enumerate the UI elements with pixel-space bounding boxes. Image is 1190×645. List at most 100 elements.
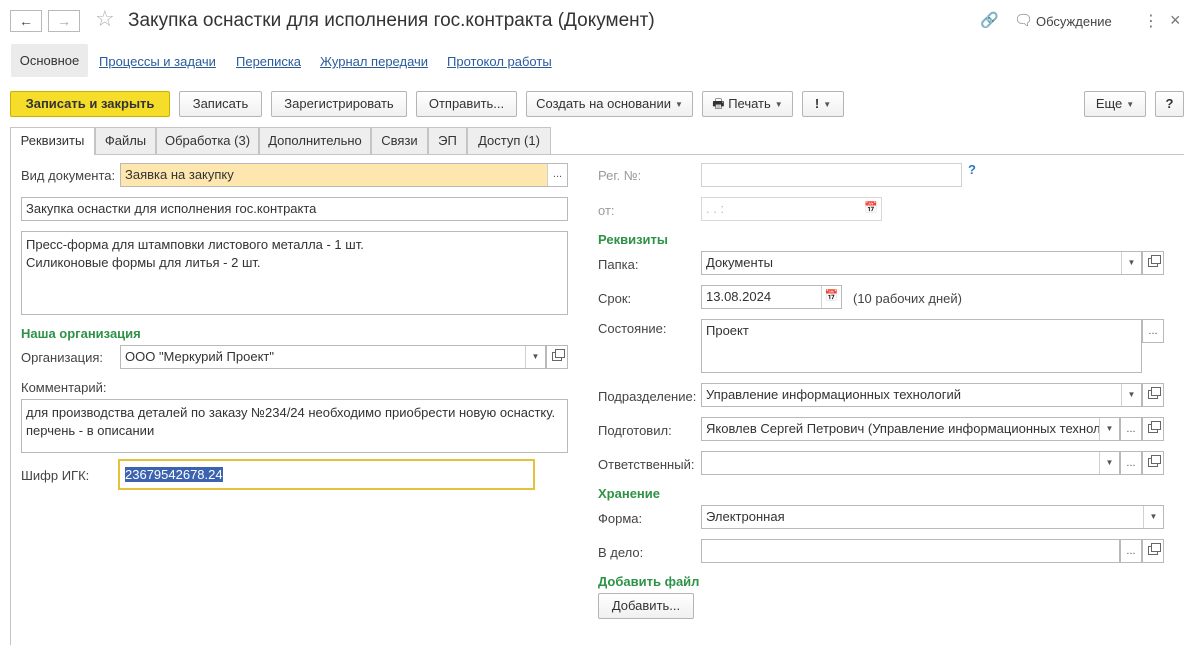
- chevron-down-icon: ▼: [1149, 512, 1158, 521]
- state-label: Состояние:: [598, 321, 667, 336]
- discussion-link[interactable]: Обсуждение: [1036, 14, 1112, 29]
- tab-divider: [10, 154, 1184, 155]
- save-button[interactable]: Записать: [179, 91, 262, 117]
- organization-label: Организация:: [21, 350, 104, 365]
- case-select-button[interactable]: ...: [1120, 539, 1142, 563]
- open-icon: [1148, 255, 1161, 267]
- nav-main[interactable]: Основное: [11, 44, 88, 77]
- importance-button[interactable]: ! ▼: [802, 91, 844, 117]
- printer-icon: 🖶: [712, 96, 725, 111]
- subject-value: Закупка оснастки для исполнения гос.конт…: [26, 201, 317, 216]
- reg-help-icon[interactable]: ?: [968, 162, 976, 177]
- open-icon: [552, 349, 565, 361]
- organization-open-button[interactable]: [546, 345, 568, 369]
- calendar-icon[interactable]: 📅: [821, 286, 841, 308]
- reg-number-field[interactable]: [701, 163, 962, 187]
- tab-access[interactable]: Доступ (1): [467, 127, 551, 154]
- prepared-by-field[interactable]: Яковлев Сергей Петрович (Управление инфо…: [701, 417, 1120, 441]
- nav-correspondence-link[interactable]: Переписка: [236, 54, 301, 69]
- create-based-on-button[interactable]: Создать на основании ▼: [526, 91, 693, 117]
- prepared-by-value: Яковлев Сергей Петрович (Управление инфо…: [706, 421, 1108, 436]
- open-icon: [1148, 543, 1161, 555]
- nav-transfer-log-link[interactable]: Журнал передачи: [320, 54, 428, 69]
- storage-section: Хранение: [598, 486, 660, 501]
- folder-open-button[interactable]: [1142, 251, 1164, 275]
- send-button[interactable]: Отправить...: [416, 91, 517, 117]
- tab-files[interactable]: Файлы: [95, 127, 156, 154]
- page-title: Закупка оснастки для исполнения гос.конт…: [128, 10, 655, 31]
- tab-processing[interactable]: Обработка (3): [156, 127, 259, 154]
- storage-form-field[interactable]: Электронная ▼: [701, 505, 1164, 529]
- prepared-by-label: Подготовил:: [598, 423, 672, 438]
- comment-textarea[interactable]: для производства деталей по заказу №234/…: [21, 399, 568, 453]
- chevron-down-icon: ▼: [674, 100, 683, 109]
- responsible-field[interactable]: ▼: [701, 451, 1120, 475]
- chevron-down-icon: ▼: [774, 100, 783, 109]
- star-icon[interactable]: ☆: [95, 7, 115, 31]
- folder-label: Папка:: [598, 257, 639, 272]
- prepared-by-open-button[interactable]: [1142, 417, 1164, 441]
- prepared-by-select-button[interactable]: ...: [1120, 417, 1142, 441]
- our-organization-section: Наша организация: [21, 326, 141, 341]
- back-button[interactable]: ←: [10, 10, 42, 32]
- select-button[interactable]: ...: [547, 164, 567, 186]
- prepared-by-dropdown[interactable]: ▼: [1099, 418, 1119, 440]
- responsible-dropdown[interactable]: ▼: [1099, 452, 1119, 474]
- print-button[interactable]: 🖶 Печать ▼: [702, 91, 793, 117]
- responsible-label: Ответственный:: [598, 457, 695, 472]
- state-field[interactable]: Проект: [701, 319, 1142, 373]
- doc-type-value: Заявка на закупку: [125, 167, 234, 182]
- storage-form-dropdown[interactable]: ▼: [1143, 506, 1163, 528]
- add-file-button[interactable]: Добавить...: [598, 593, 694, 619]
- from-date-field: . . : 📅: [701, 197, 882, 221]
- help-button[interactable]: ?: [1155, 91, 1184, 117]
- chevron-down-icon: ▼: [1127, 258, 1136, 267]
- department-open-button[interactable]: [1142, 383, 1164, 407]
- nav-work-protocol-link[interactable]: Протокол работы: [447, 54, 552, 69]
- open-icon: [1148, 455, 1161, 467]
- arrow-right-icon: →: [57, 13, 71, 29]
- case-field[interactable]: [701, 539, 1120, 563]
- department-field[interactable]: Управление информационных технологий ▼: [701, 383, 1142, 407]
- deadline-field[interactable]: 13.08.2024 📅: [701, 285, 842, 309]
- register-button[interactable]: Зарегистрировать: [271, 91, 407, 117]
- doc-type-field[interactable]: Заявка на закупку ...: [120, 163, 568, 187]
- more-button[interactable]: Еще ▼: [1084, 91, 1146, 117]
- folder-field[interactable]: Документы ▼: [701, 251, 1142, 275]
- deadline-value: 13.08.2024: [706, 289, 772, 304]
- save-and-close-button[interactable]: Записать и закрыть: [10, 91, 170, 117]
- state-select-button[interactable]: ...: [1142, 319, 1164, 343]
- department-dropdown[interactable]: ▼: [1121, 384, 1141, 406]
- tab-signature[interactable]: ЭП: [428, 127, 467, 154]
- link-icon[interactable]: 🔗: [980, 12, 999, 30]
- state-value: Проект: [706, 323, 749, 338]
- reg-number-label: Рег. №:: [598, 168, 642, 183]
- subject-field[interactable]: Закупка оснастки для исполнения гос.конт…: [21, 197, 568, 221]
- tab-additional[interactable]: Дополнительно: [259, 127, 371, 154]
- cipher-value: 23679542678.24: [125, 467, 223, 482]
- responsible-open-button[interactable]: [1142, 451, 1164, 475]
- cipher-label: Шифр ИГК:: [21, 468, 90, 483]
- content-line-1: Пресс-форма для штамповки листового мета…: [26, 237, 364, 252]
- content-textarea[interactable]: Пресс-форма для штамповки листового мета…: [21, 231, 568, 315]
- from-date-placeholder: . . :: [706, 201, 725, 216]
- folder-dropdown[interactable]: ▼: [1121, 252, 1141, 274]
- organization-field[interactable]: ООО "Меркурий Проект" ▼: [120, 345, 546, 369]
- responsible-select-button[interactable]: ...: [1120, 451, 1142, 475]
- cipher-field[interactable]: 23679542678.24: [118, 459, 535, 490]
- tab-links[interactable]: Связи: [371, 127, 428, 154]
- folder-value: Документы: [706, 255, 774, 270]
- chevron-down-icon: ▼: [1105, 424, 1114, 433]
- nav-processes-link[interactable]: Процессы и задачи: [99, 54, 216, 69]
- discussion-icon[interactable]: 🗨: [1014, 12, 1033, 30]
- more-options-icon[interactable]: ⋮: [1143, 11, 1159, 31]
- comment-label: Комментарий:: [21, 380, 107, 395]
- create-based-on-label: Создать на основании: [536, 96, 671, 111]
- tab-requisites[interactable]: Реквизиты: [10, 127, 95, 155]
- close-icon[interactable]: ×: [1170, 10, 1181, 31]
- forward-button[interactable]: →: [48, 10, 80, 32]
- case-open-button[interactable]: [1142, 539, 1164, 563]
- chevron-down-icon: ▼: [1126, 100, 1135, 109]
- open-icon: [1148, 387, 1161, 399]
- organization-dropdown[interactable]: ▼: [525, 346, 545, 368]
